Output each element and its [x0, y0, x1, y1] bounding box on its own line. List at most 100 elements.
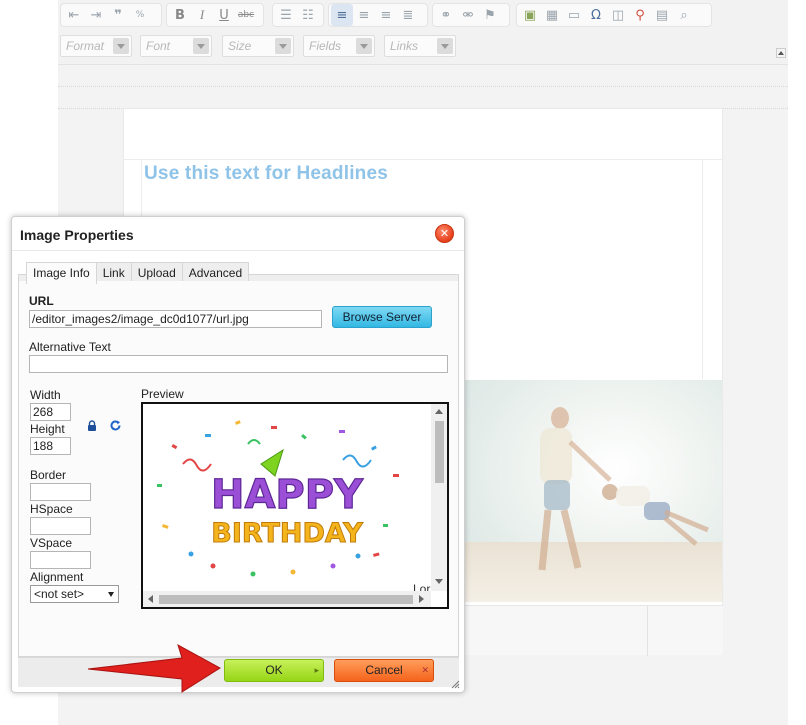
increase-indent-icon[interactable]: ⇥	[85, 4, 107, 26]
toolbar-group-insert: ▣ ▦ ▭ Ω ◫ ⚲ ▤ ⌕	[516, 3, 712, 27]
font-combo-label: Font	[146, 39, 171, 53]
special-char-omega-icon[interactable]: Ω	[585, 4, 607, 26]
scrollbar-thumb[interactable]	[435, 421, 444, 483]
preview-happy-text: HAPPY	[211, 472, 364, 518]
image-preview: HAPPY BIRTHDAY Lor	[141, 402, 449, 609]
toolbar-group-align: ≡ ≡ ≡ ≣	[328, 3, 428, 27]
height-input[interactable]: 188	[30, 437, 71, 455]
size-combo-label: Size	[228, 39, 252, 53]
hspace-input[interactable]	[30, 517, 91, 535]
border-label: Border	[30, 468, 67, 482]
fields-combo-label: Fields	[309, 39, 342, 53]
vspace-input[interactable]	[30, 551, 91, 569]
scroll-up-icon[interactable]	[435, 409, 443, 414]
numbered-list-icon[interactable]: ☰	[275, 4, 297, 26]
cancel-button[interactable]: Cancel ✕	[334, 659, 434, 682]
map-pin-icon[interactable]: ⚲	[629, 4, 651, 26]
align-justify-icon[interactable]: ≣	[397, 4, 419, 26]
link-icon[interactable]: ⚭	[435, 4, 457, 26]
table-icon[interactable]: ▦	[541, 4, 563, 26]
create-div-icon[interactable]: %	[129, 4, 151, 26]
ok-button[interactable]: OK ▸	[224, 659, 324, 682]
birthday-preview-image: HAPPY BIRTHDAY	[157, 420, 399, 577]
format-combo[interactable]: Format	[60, 35, 132, 57]
image-properties-dialog: Image Properties ✕ Image Info Link Uploa…	[11, 216, 465, 693]
reset-size-icon[interactable]	[109, 419, 122, 432]
decrease-indent-icon[interactable]: ⇤	[63, 4, 85, 26]
scroll-left-icon[interactable]	[148, 595, 153, 603]
alt-text-input[interactable]	[29, 355, 448, 373]
divider	[12, 250, 464, 251]
image-icon[interactable]: ▣	[519, 4, 541, 26]
width-label: Width	[30, 388, 61, 402]
bulleted-list-icon[interactable]: ☷	[297, 4, 319, 26]
links-combo-label: Links	[390, 39, 419, 53]
tab-advanced[interactable]: Advanced	[181, 262, 250, 283]
scrollbar-thumb[interactable]	[159, 595, 413, 604]
close-icon: ✕	[421, 665, 429, 675]
bold-button[interactable]: B	[169, 4, 191, 26]
chevron-right-icon: ▸	[314, 665, 319, 675]
tab-upload[interactable]: Upload	[130, 262, 183, 283]
width-input[interactable]: 268	[30, 403, 71, 421]
tab-link[interactable]: Link	[95, 262, 132, 283]
chevron-down-icon	[193, 38, 209, 54]
url-label: URL	[29, 294, 54, 308]
toolbar-group-basic-styles: B I U abc	[166, 3, 264, 27]
editor-toolbar: ⇤ ⇥ ❞ % B I U abc ☰ ☷ ≡ ≡ ≡ ≣ ⚭ ⚮ ⚑ ▣ ▦ …	[58, 0, 788, 64]
divider	[647, 606, 648, 656]
preview-vertical-scrollbar[interactable]	[431, 404, 447, 591]
hspace-label: HSpace	[30, 502, 73, 516]
align-right-icon[interactable]: ≡	[375, 4, 397, 26]
dialog-tabs: Image Info Link Upload Advanced	[26, 262, 250, 284]
format-combo-label: Format	[66, 39, 105, 53]
preview-label: Preview	[141, 387, 184, 401]
document-headline[interactable]: Use this text for Headlines	[144, 163, 388, 185]
fields-combo[interactable]: Fields	[303, 35, 375, 57]
ok-button-label: OK	[265, 663, 283, 677]
lock-ratio-icon[interactable]	[87, 420, 97, 431]
size-combo[interactable]: Size	[222, 35, 294, 57]
cancel-button-label: Cancel	[365, 663, 403, 677]
anchor-flag-icon[interactable]: ⚑	[479, 4, 501, 26]
iframe-icon[interactable]: ◫	[607, 4, 629, 26]
father-child-illustration	[538, 407, 709, 571]
alignment-label: Alignment	[30, 570, 84, 584]
toolbar-group-paragraph: ⇤ ⇥ ❞ %	[60, 3, 162, 27]
url-input[interactable]: /editor_images2/image_dc0d1077/url.jpg	[29, 310, 322, 328]
preview-horizontal-scrollbar[interactable]	[143, 591, 431, 607]
alt-text-label: Alternative Text	[29, 340, 111, 354]
align-center-icon[interactable]: ≡	[353, 4, 375, 26]
toolbar-group-links: ⚭ ⚮ ⚑	[432, 3, 510, 27]
resize-grip-icon[interactable]	[450, 679, 460, 689]
collapse-toolbar-button[interactable]	[776, 48, 786, 58]
blockquote-icon[interactable]: ❞	[107, 4, 129, 26]
scroll-down-icon[interactable]	[435, 579, 443, 584]
scroll-right-icon[interactable]	[419, 595, 424, 603]
horizontal-rule-icon[interactable]: ▭	[563, 4, 585, 26]
document-photo[interactable]	[460, 380, 722, 602]
divider	[58, 86, 788, 87]
close-button[interactable]: ✕	[435, 224, 454, 243]
align-left-icon[interactable]: ≡	[331, 4, 353, 26]
chevron-down-icon	[113, 38, 129, 54]
underline-button[interactable]: U	[213, 4, 235, 26]
alignment-select[interactable]: <not set>	[30, 585, 119, 603]
chevron-down-icon	[356, 38, 372, 54]
border-input[interactable]	[30, 483, 91, 501]
links-combo[interactable]: Links	[384, 35, 456, 57]
template-icon[interactable]: ▤	[651, 4, 673, 26]
chevron-down-icon	[275, 38, 291, 54]
unlink-icon[interactable]: ⚮	[457, 4, 479, 26]
find-replace-icon[interactable]: ⌕	[673, 4, 695, 26]
strikethrough-button[interactable]: abc	[235, 4, 257, 26]
chevron-down-icon	[437, 38, 453, 54]
browse-server-button[interactable]: Browse Server	[332, 306, 432, 328]
italic-button[interactable]: I	[191, 4, 213, 26]
vspace-label: VSpace	[30, 536, 73, 550]
font-combo[interactable]: Font	[140, 35, 212, 57]
height-label: Height	[30, 422, 65, 436]
red-arrow-annotation	[87, 643, 221, 693]
preview-birthday-text: BIRTHDAY	[211, 518, 363, 549]
tab-image-info[interactable]: Image Info	[26, 262, 97, 284]
